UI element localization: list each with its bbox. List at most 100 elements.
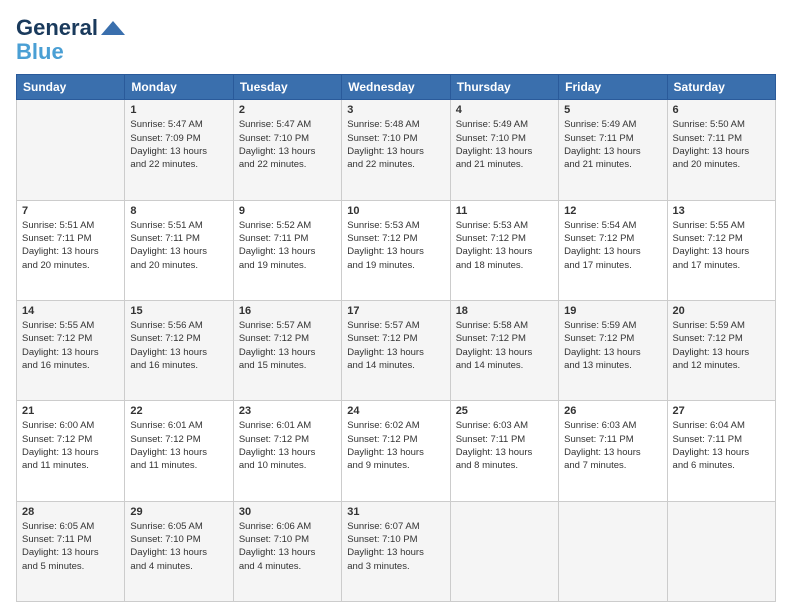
day-cell: 13 Sunrise: 5:55 AM Sunset: 7:12 PM Dayli… xyxy=(667,200,775,300)
col-header-saturday: Saturday xyxy=(667,75,775,100)
logo-icon xyxy=(99,19,127,39)
day-cell: 25 Sunrise: 6:03 AM Sunset: 7:11 PM Dayli… xyxy=(450,401,558,501)
day-number: 10 xyxy=(347,205,444,217)
day-number: 22 xyxy=(130,405,227,417)
page: General Blue SundayMondayTuesdayWednesda… xyxy=(0,0,792,612)
day-number: 23 xyxy=(239,405,336,417)
day-number: 26 xyxy=(564,405,661,417)
day-cell: 17Sunrise: 5:57 AM Sunset: 7:12 PM Dayli… xyxy=(342,301,450,401)
day-number: 3 xyxy=(347,104,444,116)
day-cell: 18Sunrise: 5:58 AM Sunset: 7:12 PM Dayli… xyxy=(450,301,558,401)
day-cell: 11 Sunrise: 5:53 AM Sunset: 7:12 PM Dayli… xyxy=(450,200,558,300)
day-cell: 4Sunrise: 5:49 AM Sunset: 7:10 PM Daylig… xyxy=(450,100,558,200)
day-info: Sunrise: 5:51 AM Sunset: 7:11 PM Dayligh… xyxy=(130,219,227,272)
day-number: 28 xyxy=(22,506,119,518)
day-number: 29 xyxy=(130,506,227,518)
day-number: 15 xyxy=(130,305,227,317)
day-info: Sunrise: 6:06 AM Sunset: 7:10 PM Dayligh… xyxy=(239,520,336,573)
day-cell xyxy=(559,501,667,601)
day-cell: 23 Sunrise: 6:01 AM Sunset: 7:12 PM Dayli… xyxy=(233,401,341,501)
day-number: 1 xyxy=(130,104,227,116)
day-number: 20 xyxy=(673,305,770,317)
day-cell: 8 Sunrise: 5:51 AM Sunset: 7:11 PM Daylig… xyxy=(125,200,233,300)
day-info: Sunrise: 5:54 AM Sunset: 7:12 PM Dayligh… xyxy=(564,219,661,272)
day-cell: 5Sunrise: 5:49 AM Sunset: 7:11 PM Daylig… xyxy=(559,100,667,200)
col-header-wednesday: Wednesday xyxy=(342,75,450,100)
day-cell: 31 Sunrise: 6:07 AM Sunset: 7:10 PM Dayli… xyxy=(342,501,450,601)
day-number: 31 xyxy=(347,506,444,518)
day-info: Sunrise: 5:50 AM Sunset: 7:11 PM Dayligh… xyxy=(673,118,770,171)
day-cell xyxy=(667,501,775,601)
week-row-5: 28 Sunrise: 6:05 AM Sunset: 7:11 PM Dayli… xyxy=(17,501,776,601)
day-cell: 6 Sunrise: 5:50 AM Sunset: 7:11 PM Daylig… xyxy=(667,100,775,200)
col-header-thursday: Thursday xyxy=(450,75,558,100)
col-header-sunday: Sunday xyxy=(17,75,125,100)
logo-text: General xyxy=(16,16,128,40)
day-cell: 10 Sunrise: 5:53 AM Sunset: 7:12 PM Dayli… xyxy=(342,200,450,300)
day-info: Sunrise: 5:49 AM Sunset: 7:10 PM Dayligh… xyxy=(456,118,553,171)
day-cell: 15 Sunrise: 5:56 AM Sunset: 7:12 PM Dayli… xyxy=(125,301,233,401)
day-cell: 19Sunrise: 5:59 AM Sunset: 7:12 PM Dayli… xyxy=(559,301,667,401)
day-cell: 27 Sunrise: 6:04 AM Sunset: 7:11 PM Dayli… xyxy=(667,401,775,501)
week-row-2: 7 Sunrise: 5:51 AM Sunset: 7:11 PM Daylig… xyxy=(17,200,776,300)
day-cell: 2Sunrise: 5:47 AM Sunset: 7:10 PM Daylig… xyxy=(233,100,341,200)
day-info: Sunrise: 5:55 AM Sunset: 7:12 PM Dayligh… xyxy=(673,219,770,272)
day-cell: 3Sunrise: 5:48 AM Sunset: 7:10 PM Daylig… xyxy=(342,100,450,200)
day-cell: 28 Sunrise: 6:05 AM Sunset: 7:11 PM Dayli… xyxy=(17,501,125,601)
day-number: 13 xyxy=(673,205,770,217)
day-number: 17 xyxy=(347,305,444,317)
week-row-4: 21 Sunrise: 6:00 AM Sunset: 7:12 PM Dayli… xyxy=(17,401,776,501)
day-cell: 22Sunrise: 6:01 AM Sunset: 7:12 PM Dayli… xyxy=(125,401,233,501)
col-header-monday: Monday xyxy=(125,75,233,100)
day-cell: 12Sunrise: 5:54 AM Sunset: 7:12 PM Dayli… xyxy=(559,200,667,300)
day-number: 6 xyxy=(673,104,770,116)
day-info: Sunrise: 6:05 AM Sunset: 7:10 PM Dayligh… xyxy=(130,520,227,573)
header-row: SundayMondayTuesdayWednesdayThursdayFrid… xyxy=(17,75,776,100)
day-info: Sunrise: 5:55 AM Sunset: 7:12 PM Dayligh… xyxy=(22,319,119,372)
day-cell xyxy=(450,501,558,601)
day-info: Sunrise: 5:53 AM Sunset: 7:12 PM Dayligh… xyxy=(347,219,444,272)
day-number: 7 xyxy=(22,205,119,217)
day-cell: 1Sunrise: 5:47 AM Sunset: 7:09 PM Daylig… xyxy=(125,100,233,200)
day-info: Sunrise: 6:03 AM Sunset: 7:11 PM Dayligh… xyxy=(564,419,661,472)
day-info: Sunrise: 5:59 AM Sunset: 7:12 PM Dayligh… xyxy=(673,319,770,372)
logo-blue: Blue xyxy=(16,40,128,64)
day-number: 24 xyxy=(347,405,444,417)
day-info: Sunrise: 6:03 AM Sunset: 7:11 PM Dayligh… xyxy=(456,419,553,472)
day-number: 25 xyxy=(456,405,553,417)
day-cell: 7Sunrise: 5:51 AM Sunset: 7:11 PM Daylig… xyxy=(17,200,125,300)
day-number: 16 xyxy=(239,305,336,317)
day-info: Sunrise: 6:07 AM Sunset: 7:10 PM Dayligh… xyxy=(347,520,444,573)
logo: General Blue xyxy=(16,16,128,64)
day-cell: 9Sunrise: 5:52 AM Sunset: 7:11 PM Daylig… xyxy=(233,200,341,300)
day-info: Sunrise: 6:04 AM Sunset: 7:11 PM Dayligh… xyxy=(673,419,770,472)
day-cell: 29 Sunrise: 6:05 AM Sunset: 7:10 PM Dayli… xyxy=(125,501,233,601)
day-info: Sunrise: 6:02 AM Sunset: 7:12 PM Dayligh… xyxy=(347,419,444,472)
day-info: Sunrise: 6:00 AM Sunset: 7:12 PM Dayligh… xyxy=(22,419,119,472)
calendar-table: SundayMondayTuesdayWednesdayThursdayFrid… xyxy=(16,74,776,602)
day-number: 8 xyxy=(130,205,227,217)
day-info: Sunrise: 6:05 AM Sunset: 7:11 PM Dayligh… xyxy=(22,520,119,573)
day-number: 2 xyxy=(239,104,336,116)
day-info: Sunrise: 5:57 AM Sunset: 7:12 PM Dayligh… xyxy=(239,319,336,372)
col-header-tuesday: Tuesday xyxy=(233,75,341,100)
day-cell: 20 Sunrise: 5:59 AM Sunset: 7:12 PM Dayli… xyxy=(667,301,775,401)
day-cell: 21 Sunrise: 6:00 AM Sunset: 7:12 PM Dayli… xyxy=(17,401,125,501)
day-cell xyxy=(17,100,125,200)
day-number: 27 xyxy=(673,405,770,417)
week-row-3: 14 Sunrise: 5:55 AM Sunset: 7:12 PM Dayli… xyxy=(17,301,776,401)
day-info: Sunrise: 5:59 AM Sunset: 7:12 PM Dayligh… xyxy=(564,319,661,372)
day-number: 11 xyxy=(456,205,553,217)
day-info: Sunrise: 5:53 AM Sunset: 7:12 PM Dayligh… xyxy=(456,219,553,272)
day-cell: 16 Sunrise: 5:57 AM Sunset: 7:12 PM Dayli… xyxy=(233,301,341,401)
day-number: 14 xyxy=(22,305,119,317)
day-number: 9 xyxy=(239,205,336,217)
day-cell: 26 Sunrise: 6:03 AM Sunset: 7:11 PM Dayli… xyxy=(559,401,667,501)
day-cell: 24 Sunrise: 6:02 AM Sunset: 7:12 PM Dayli… xyxy=(342,401,450,501)
day-info: Sunrise: 5:56 AM Sunset: 7:12 PM Dayligh… xyxy=(130,319,227,372)
day-number: 30 xyxy=(239,506,336,518)
day-cell: 14 Sunrise: 5:55 AM Sunset: 7:12 PM Dayli… xyxy=(17,301,125,401)
col-header-friday: Friday xyxy=(559,75,667,100)
day-info: Sunrise: 6:01 AM Sunset: 7:12 PM Dayligh… xyxy=(239,419,336,472)
day-number: 21 xyxy=(22,405,119,417)
